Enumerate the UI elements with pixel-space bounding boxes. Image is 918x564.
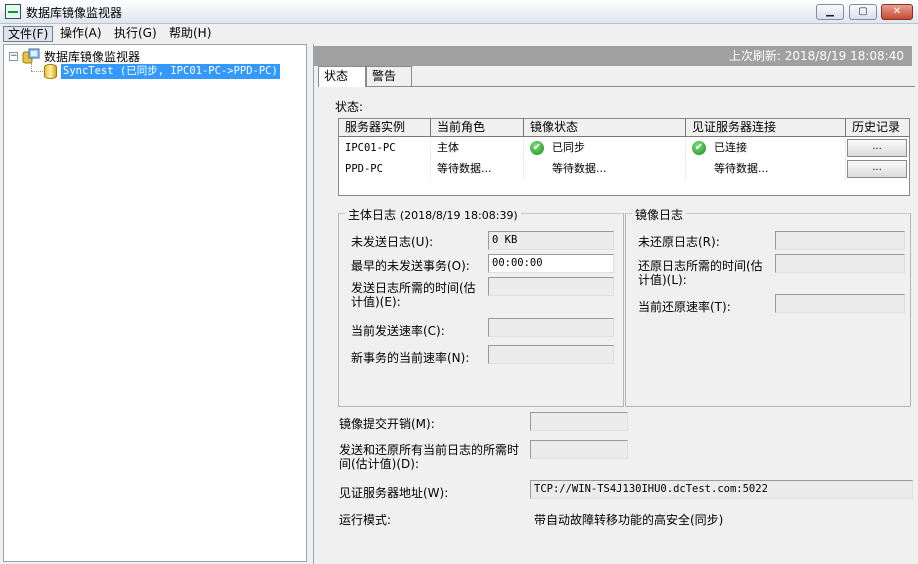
menu-file[interactable]: 文件(F): [3, 26, 54, 42]
new-txn-rate-label: 新事务的当前速率(N):: [351, 351, 470, 365]
menu-action[interactable]: 操作(A): [56, 26, 106, 42]
menu-bar: 文件(F) 操作(A) 执行(G) 帮助(H): [0, 24, 918, 44]
status-section-title: 状态:: [335, 100, 364, 114]
table-row-2-instance: PPD-PC: [339, 159, 431, 180]
mirror-state-text: 已同步: [552, 141, 585, 154]
restore-rate-field: [775, 294, 905, 313]
witness-address-field[interactable]: TCP://WIN-TS4J130IHU0.dcTest.com:5022: [530, 480, 913, 499]
unsent-log-field: 0 KB: [488, 231, 614, 250]
collapse-icon[interactable]: −: [9, 52, 18, 61]
app-monitor-icon: [5, 4, 21, 19]
maximize-button[interactable]: ▢: [849, 4, 877, 20]
menu-execute[interactable]: 执行(G): [110, 26, 161, 42]
history-button-row-2[interactable]: ...: [847, 160, 907, 178]
oldest-unsent-label: 最早的未发送事务(O):: [351, 259, 470, 273]
new-txn-rate-field: [488, 345, 614, 364]
send-time-field: [488, 277, 614, 296]
column-header-mirror-state[interactable]: 镜像状态: [524, 119, 686, 137]
table-row-2-witness: 等待数据...: [708, 159, 846, 180]
tree-connector: [31, 63, 32, 71]
synchronized-check-icon: ✔: [530, 141, 544, 155]
status-tab-panel: 状态: 服务器实例 当前角色 镜像状态 见证服务器连接 历史记录 IPC01-P…: [318, 86, 915, 562]
restore-time-field: [775, 254, 905, 273]
witness-text: 已连接: [714, 141, 747, 154]
tab-warnings[interactable]: 警告: [366, 66, 412, 86]
send-rate-field: [488, 318, 614, 337]
minimize-button[interactable]: ▁: [816, 4, 844, 20]
tree-pane: − 数据库镜像监视器 SyncTest (已同步, IPC01-PC->PPD-…: [3, 44, 307, 562]
column-header-witness-connection[interactable]: 见证服务器连接: [686, 119, 846, 137]
history-button-row-1[interactable]: ...: [847, 139, 907, 157]
unsent-log-label: 未发送日志(U):: [351, 235, 434, 249]
commit-overhead-label: 镜像提交开销(M):: [339, 417, 435, 431]
tree-root-label[interactable]: 数据库镜像监视器: [44, 48, 140, 65]
restore-time-label: 还原日志所需的时间(估计值)(L):: [638, 259, 763, 287]
table-row-2-role: 等待数据...: [431, 159, 524, 180]
oldest-unsent-field: 00:00:00: [488, 254, 614, 273]
operating-mode-label: 运行模式:: [339, 513, 392, 527]
detail-pane: 上次刷新: 2018/8/19 18:08:40 状态 警告 状态: 服务器实例…: [313, 44, 918, 564]
unrestored-log-field: [775, 231, 905, 250]
tree-connector: [31, 71, 43, 72]
witness-address-label: 见证服务器地址(W):: [339, 486, 449, 500]
title-bar: 数据库镜像监视器 ▁ ▢ ✕: [0, 0, 918, 24]
monitor-root-icon: [22, 48, 40, 64]
table-row-2-mirror-state: 等待数据...: [546, 159, 686, 180]
column-header-current-role[interactable]: 当前角色: [431, 119, 524, 137]
table-row-1-instance: IPC01-PC: [339, 138, 431, 159]
table-row-1-witness: ✔ 已连接: [686, 138, 846, 159]
total-time-label: 发送和还原所有当前日志的所需时间(估计值)(D):: [339, 443, 520, 471]
principal-log-title: 主体日志 (2018/8/19 18:08:39): [345, 206, 521, 223]
tab-status[interactable]: 状态: [318, 66, 366, 87]
table-row-1-role: 主体: [431, 138, 524, 159]
unrestored-log-label: 未还原日志(R):: [638, 235, 720, 249]
status-grid: 服务器实例 当前角色 镜像状态 见证服务器连接 历史记录 IPC01-PC 主体…: [338, 118, 910, 196]
restore-rate-label: 当前还原速率(T):: [638, 300, 731, 314]
total-time-field: [530, 440, 628, 459]
column-header-server-instance[interactable]: 服务器实例: [339, 119, 431, 137]
database-icon: [44, 64, 57, 79]
column-header-history[interactable]: 历史记录: [846, 119, 909, 137]
principal-log-group: 主体日志 (2018/8/19 18:08:39) 未发送日志(U): 0 KB…: [338, 206, 624, 407]
window-title: 数据库镜像监视器: [26, 6, 123, 20]
send-rate-label: 当前发送速率(C):: [351, 324, 445, 338]
last-refresh-banner: 上次刷新: 2018/8/19 18:08:40: [314, 46, 912, 66]
mirror-log-title: 镜像日志: [632, 206, 687, 223]
operating-mode-value: 带自动故障转移功能的高安全(同步): [534, 513, 724, 527]
commit-overhead-field: [530, 412, 628, 431]
close-button[interactable]: ✕: [881, 4, 913, 20]
connected-check-icon: ✔: [692, 141, 706, 155]
mirror-log-group: 镜像日志 未还原日志(R): 还原日志所需的时间(估计值)(L): 当前还原速率…: [625, 206, 911, 407]
table-row-1-mirror-state: ✔ 已同步: [524, 138, 686, 159]
send-time-label: 发送日志所需的时间(估计值)(E):: [351, 281, 476, 309]
menu-help[interactable]: 帮助(H): [165, 26, 215, 42]
tree-item-synctest[interactable]: SyncTest (已同步, IPC01-PC->PPD-PC): [61, 64, 280, 79]
